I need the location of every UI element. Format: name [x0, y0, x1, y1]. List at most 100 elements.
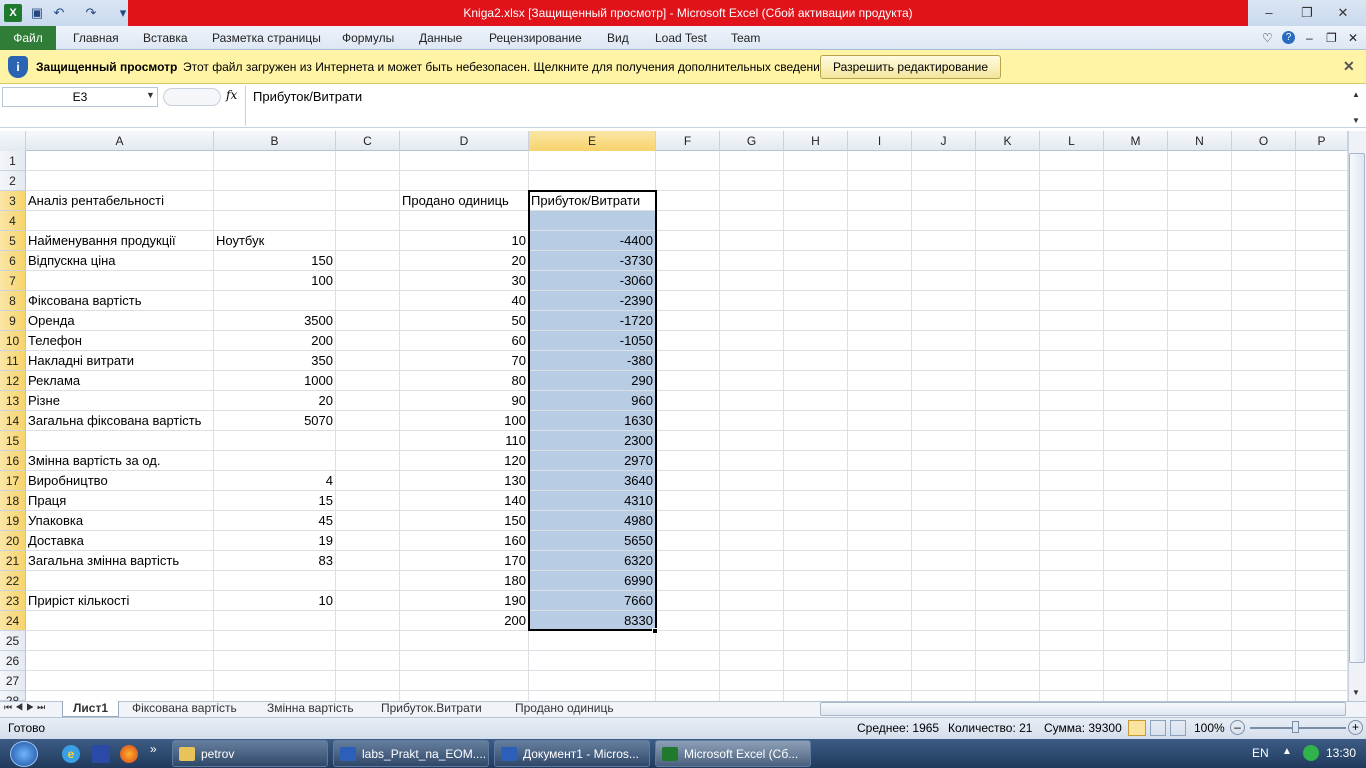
zoom-out-icon[interactable]: –: [1230, 720, 1245, 735]
formula-input[interactable]: [245, 86, 1349, 126]
row-header-1[interactable]: 1: [0, 151, 26, 171]
column-header-i[interactable]: I: [848, 131, 912, 151]
cell-d15[interactable]: 110: [402, 431, 528, 451]
zoom-in-icon[interactable]: +: [1348, 720, 1363, 735]
zoom-level[interactable]: 100%: [1194, 721, 1225, 735]
cell-d21[interactable]: 170: [402, 551, 528, 571]
row-header-9[interactable]: 9: [0, 311, 26, 331]
cell-d24[interactable]: 200: [402, 611, 528, 631]
sheet-tab-4[interactable]: Прибуток.Витрати: [371, 701, 492, 717]
taskbar-item-document[interactable]: Документ1 - Micros...: [494, 740, 650, 767]
doc-close-icon[interactable]: ✕: [1348, 31, 1358, 45]
cell-a18[interactable]: Праця: [28, 491, 213, 511]
tray-arrow-icon[interactable]: ▲: [1282, 746, 1292, 757]
row-header-22[interactable]: 22: [0, 571, 26, 591]
row-header-12[interactable]: 12: [0, 371, 26, 391]
column-header-m[interactable]: M: [1104, 131, 1168, 151]
tab-load-test[interactable]: Load Test: [655, 31, 707, 45]
cell-d18[interactable]: 140: [402, 491, 528, 511]
column-header-n[interactable]: N: [1168, 131, 1232, 151]
maximize-icon[interactable]: ❐: [1292, 3, 1322, 23]
row-header-18[interactable]: 18: [0, 491, 26, 511]
fx-icon[interactable]: fx: [226, 88, 237, 102]
enable-editing-button[interactable]: Разрешить редактирование: [820, 55, 1001, 79]
zoom-slider-thumb[interactable]: [1292, 721, 1299, 733]
cell-d20[interactable]: 160: [402, 531, 528, 551]
cell-b5[interactable]: Ноутбук: [216, 231, 335, 251]
row-header-8[interactable]: 8: [0, 291, 26, 311]
sheet-tab-3[interactable]: Змінна вартість: [257, 701, 364, 717]
column-header-l[interactable]: L: [1040, 131, 1104, 151]
cell-d8[interactable]: 40: [402, 291, 528, 311]
column-header-j[interactable]: J: [912, 131, 976, 151]
firefox-icon[interactable]: [120, 745, 138, 763]
cell-a17[interactable]: Виробництво: [28, 471, 213, 491]
cell-b23[interactable]: 10: [216, 591, 335, 611]
row-header-17[interactable]: 17: [0, 471, 26, 491]
language-indicator[interactable]: EN: [1252, 746, 1269, 760]
cell-a9[interactable]: Оренда: [28, 311, 213, 331]
tab-team[interactable]: Team: [731, 31, 760, 45]
row-header-23[interactable]: 23: [0, 591, 26, 611]
cell-b19[interactable]: 45: [216, 511, 335, 531]
row-header-4[interactable]: 4: [0, 211, 26, 231]
column-header-p[interactable]: P: [1296, 131, 1348, 151]
column-header-d[interactable]: D: [400, 131, 529, 151]
row-header-16[interactable]: 16: [0, 451, 26, 471]
column-header-k[interactable]: K: [976, 131, 1040, 151]
cell-b11[interactable]: 350: [216, 351, 335, 371]
sheet-nav-icons[interactable]: ⏮◀▶⏭: [4, 702, 48, 713]
taskbar-overflow-icon[interactable]: »: [150, 742, 157, 756]
row-header-27[interactable]: 27: [0, 671, 26, 691]
name-box-dropdown-icon[interactable]: ▼: [146, 90, 155, 100]
close-icon[interactable]: ✕: [1328, 3, 1358, 23]
row-header-10[interactable]: 10: [0, 331, 26, 351]
cell-d19[interactable]: 150: [402, 511, 528, 531]
cell-a8[interactable]: Фіксована вартість: [28, 291, 213, 311]
taskbar-item-labs[interactable]: labs_Prakt_na_EOM....: [333, 740, 489, 767]
cell-b18[interactable]: 15: [216, 491, 335, 511]
undo-icon[interactable]: ↶: [50, 4, 68, 22]
cell-b17[interactable]: 4: [216, 471, 335, 491]
save-icon[interactable]: ▣: [28, 4, 46, 22]
close-bar-icon[interactable]: ✕: [1343, 58, 1355, 75]
cell-a10[interactable]: Телефон: [28, 331, 213, 351]
select-all-corner[interactable]: [0, 131, 26, 151]
sheet-tab-2[interactable]: Фіксована вартість: [122, 701, 247, 717]
name-box[interactable]: E3: [2, 87, 158, 107]
scroll-down-icon[interactable]: ▼: [1352, 688, 1360, 697]
formula-scroll-down-icon[interactable]: ▼: [1352, 116, 1360, 125]
row-header-13[interactable]: 13: [0, 391, 26, 411]
column-header-o[interactable]: O: [1232, 131, 1296, 151]
cell-b6[interactable]: 150: [216, 251, 335, 271]
cell-a3[interactable]: Аналіз рентабельності: [28, 191, 213, 211]
tab-view[interactable]: Вид: [607, 31, 629, 45]
row-header-24[interactable]: 24: [0, 611, 26, 631]
cell-d17[interactable]: 130: [402, 471, 528, 491]
cell-d10[interactable]: 60: [402, 331, 528, 351]
cell-a13[interactable]: Різне: [28, 391, 213, 411]
tab-file[interactable]: Файл: [0, 26, 56, 50]
cell-b10[interactable]: 200: [216, 331, 335, 351]
cell-d12[interactable]: 80: [402, 371, 528, 391]
column-header-g[interactable]: G: [720, 131, 784, 151]
protected-view-message[interactable]: Этот файл загружен из Интернета и может …: [183, 60, 830, 74]
cell-d16[interactable]: 120: [402, 451, 528, 471]
cell-d13[interactable]: 90: [402, 391, 528, 411]
cell-d5[interactable]: 10: [402, 231, 528, 251]
cell-b20[interactable]: 19: [216, 531, 335, 551]
column-header-f[interactable]: F: [656, 131, 720, 151]
cell-d23[interactable]: 190: [402, 591, 528, 611]
formula-scroll-up-icon[interactable]: ▲: [1352, 90, 1360, 99]
cell-b21[interactable]: 83: [216, 551, 335, 571]
cell-d9[interactable]: 50: [402, 311, 528, 331]
cell-a21[interactable]: Загальна змінна вартість: [28, 551, 213, 571]
column-header-b[interactable]: B: [214, 131, 336, 151]
help-icon[interactable]: ?: [1282, 31, 1295, 44]
cell-a5[interactable]: Найменування продукції: [28, 231, 213, 251]
horizontal-scroll-thumb[interactable]: [820, 702, 1346, 716]
tab-review[interactable]: Рецензирование: [489, 31, 582, 45]
cell-a6[interactable]: Відпускна ціна: [28, 251, 213, 271]
cell-a20[interactable]: Доставка: [28, 531, 213, 551]
internet-explorer-icon[interactable]: e: [62, 745, 80, 763]
